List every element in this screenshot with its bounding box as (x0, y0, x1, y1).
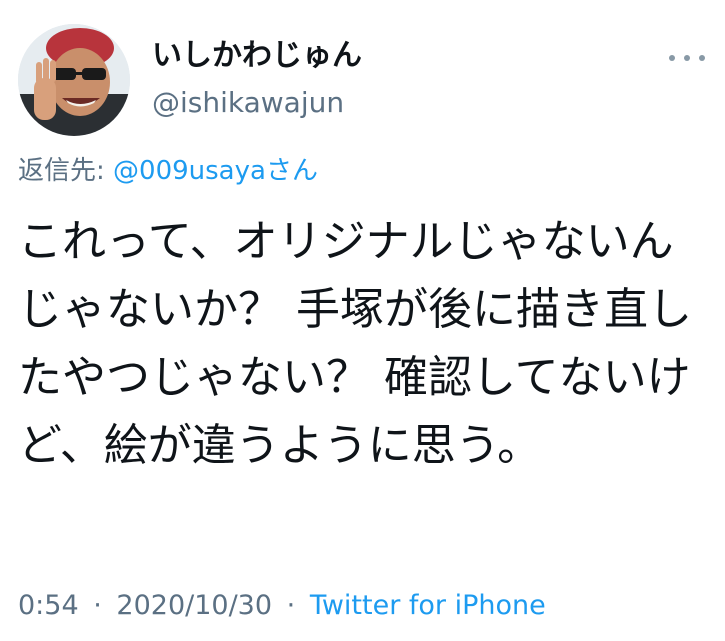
reply-mention-suffix[interactable]: さん (266, 156, 318, 186)
more-dot (669, 55, 675, 61)
more-dot (699, 55, 705, 61)
more-horizontal-icon[interactable] (669, 48, 705, 68)
tweet-metadata: 0:54 · 2020/10/30 · Twitter for iPhone (18, 590, 546, 622)
reply-context: 返信先: @009usayaさん (18, 155, 318, 189)
reply-mention-handle[interactable]: @009usaya (113, 156, 266, 186)
tweet-date[interactable]: 2020/10/30 (116, 590, 272, 621)
avatar[interactable] (18, 24, 130, 136)
reply-mention-link[interactable]: @009usayaさん (113, 156, 318, 186)
user-handle[interactable]: @ishikawajun (152, 86, 344, 120)
meta-separator: · (93, 590, 102, 621)
tweet-source-link[interactable]: Twitter for iPhone (310, 590, 546, 621)
meta-separator: · (286, 590, 296, 621)
more-dot (684, 55, 690, 61)
reply-to-label: 返信先: (18, 156, 105, 186)
tweet-text: これって、オリジナルじゃないんじゃないか？ 手塚が後に描き直したやつじゃない？ … (18, 216, 692, 471)
display-name[interactable]: いしかわじゅん (152, 38, 362, 74)
tweet-time[interactable]: 0:54 (18, 590, 79, 621)
avatar-image (18, 24, 130, 136)
